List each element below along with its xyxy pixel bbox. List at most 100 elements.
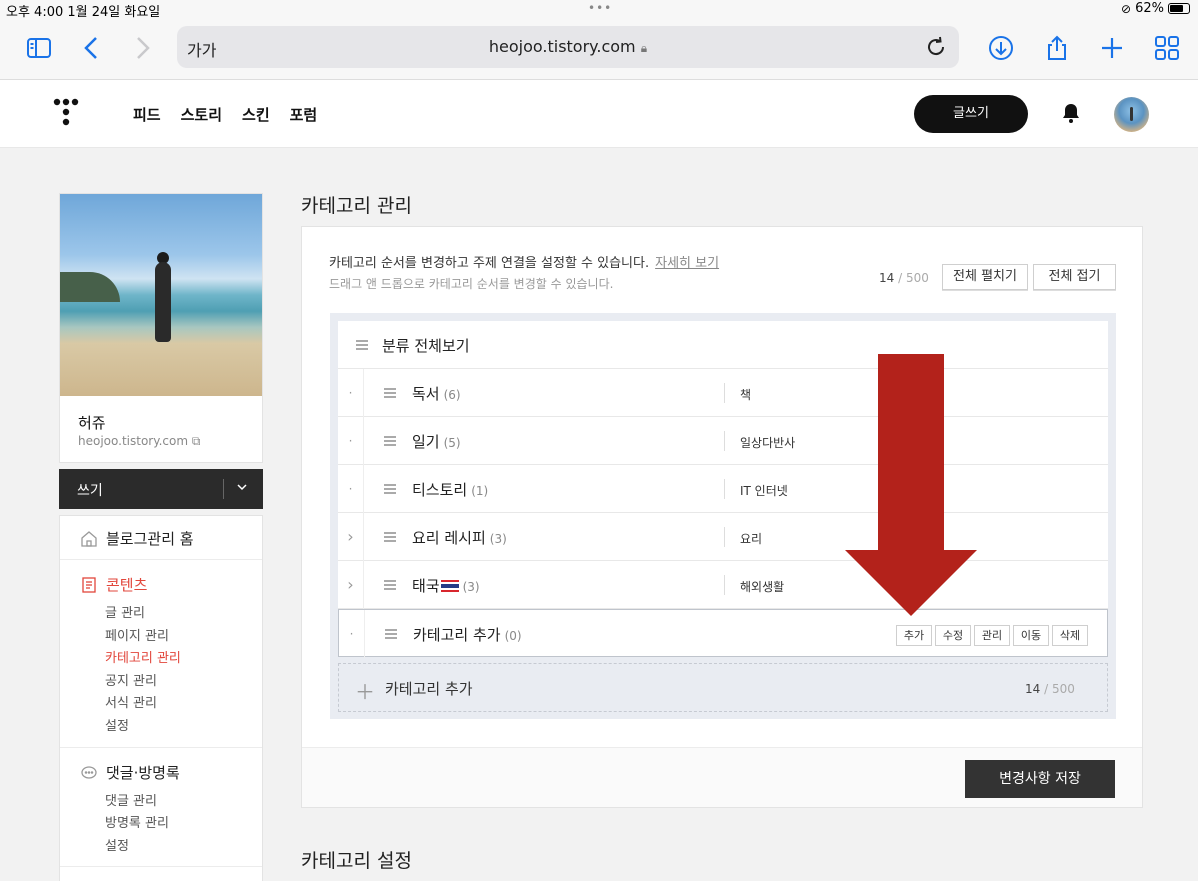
tab-overview-icon[interactable] bbox=[1151, 34, 1183, 62]
address-bar[interactable]: 가가 heojoo.tistory.com 🔒︎ bbox=[177, 26, 959, 68]
nav-skin[interactable]: 스킨 bbox=[242, 104, 270, 125]
menu-template-manage[interactable]: 서식 관리 bbox=[105, 692, 157, 711]
battery-percent: 62% bbox=[1135, 1, 1164, 16]
drag-handle-icon[interactable] bbox=[384, 388, 396, 398]
admin-menu: 블로그관리 홈 콘텐츠 글 관리 페이지 관리 카테고리 관리 공지 관리 서식… bbox=[59, 515, 263, 881]
expand-toggle[interactable]: › bbox=[338, 561, 364, 609]
category-name: 티스토리 (1) bbox=[412, 481, 489, 499]
category-count: 14 / 500 bbox=[879, 271, 929, 285]
write-dropdown[interactable]: 쓰기 bbox=[59, 469, 263, 509]
row-add-button[interactable]: 추가 bbox=[896, 625, 932, 646]
category-row[interactable]: › 요리 레시피 (3) 요리 bbox=[338, 513, 1108, 561]
row-delete-button[interactable]: 삭제 bbox=[1052, 625, 1088, 646]
panel-footer: 변경사항 저장 bbox=[302, 747, 1142, 807]
bell-icon[interactable] bbox=[1060, 102, 1082, 124]
drag-handle-icon[interactable] bbox=[384, 580, 396, 590]
drag-handle-icon[interactable] bbox=[384, 436, 396, 446]
category-name: 일기 (5) bbox=[412, 433, 461, 451]
drag-handle-icon[interactable] bbox=[356, 340, 368, 350]
expand-toggle[interactable]: · bbox=[338, 369, 364, 417]
battery-icon bbox=[1168, 3, 1190, 14]
category-settings-title: 카테고리 설정 bbox=[301, 850, 412, 872]
menu-guestbook-manage[interactable]: 방명록 관리 bbox=[105, 812, 169, 831]
add-category-label: 카테고리 추가 bbox=[385, 680, 473, 698]
url-text: heojoo.tistory.com 🔒︎ bbox=[488, 37, 648, 56]
expand-all-button[interactable]: 전체 펼치기 bbox=[942, 264, 1028, 290]
tistory-logo-icon[interactable] bbox=[52, 98, 80, 128]
blog-domain[interactable]: heojoo.tistory.com ⧉ bbox=[78, 434, 200, 449]
blog-profile-card: 허쥬 heojoo.tistory.com ⧉ bbox=[59, 193, 263, 463]
red-arrow-annotation-icon bbox=[845, 354, 977, 616]
avatar[interactable] bbox=[1114, 97, 1149, 132]
write-dropdown-label[interactable]: 쓰기 bbox=[77, 480, 103, 500]
drag-handle-icon[interactable] bbox=[384, 484, 396, 494]
drag-handle-icon[interactable] bbox=[384, 532, 396, 542]
multitasking-dots[interactable]: ••• bbox=[588, 1, 612, 15]
row-edit-button[interactable]: 수정 bbox=[935, 625, 971, 646]
forward-icon[interactable] bbox=[126, 34, 158, 62]
header-write-button[interactable]: 글쓰기 bbox=[914, 95, 1028, 133]
share-icon[interactable] bbox=[1041, 34, 1073, 62]
category-root-row[interactable]: 분류 전체보기 bbox=[338, 321, 1108, 369]
category-description: 카테고리 순서를 변경하고 주제 연결을 설정할 수 있습니다. 자세히 보기 bbox=[329, 256, 720, 271]
menu-home[interactable]: 블로그관리 홈 bbox=[80, 528, 194, 549]
category-row[interactable]: · 일기 (5) 일상다반사 bbox=[338, 417, 1108, 465]
category-row[interactable]: › 태국 (3) 해외생활 bbox=[338, 561, 1108, 609]
save-changes-button[interactable]: 변경사항 저장 bbox=[965, 760, 1115, 798]
collapse-all-button[interactable]: 전체 접기 bbox=[1033, 264, 1116, 290]
comment-icon bbox=[81, 765, 97, 779]
download-icon[interactable] bbox=[985, 34, 1017, 62]
category-row-hovered[interactable]: · 카테고리 추가 (0) 추가 수정 관리 이동 삭제 bbox=[338, 609, 1108, 658]
status-bar: 오후 4:00 1월 24일 화요일 ••• ⊘ 62% bbox=[0, 0, 1198, 20]
category-topic: 해외생활 bbox=[740, 580, 785, 594]
chevron-down-icon[interactable] bbox=[235, 480, 249, 494]
add-category-row[interactable]: ＋ 카테고리 추가 14 / 500 bbox=[338, 663, 1108, 712]
menu-category-manage[interactable]: 카테고리 관리 bbox=[105, 647, 181, 666]
menu-post-manage[interactable]: 글 관리 bbox=[105, 602, 145, 621]
menu-content-settings[interactable]: 설정 bbox=[105, 715, 129, 734]
category-name: 독서 (6) bbox=[412, 385, 461, 403]
menu-comment-manage[interactable]: 댓글 관리 bbox=[105, 790, 157, 809]
sidebar-icon[interactable] bbox=[23, 34, 55, 62]
menu-comment-settings[interactable]: 설정 bbox=[105, 835, 129, 854]
reload-icon[interactable] bbox=[923, 34, 949, 60]
link-icon: ⊘ bbox=[1121, 1, 1132, 16]
category-row[interactable]: · 티스토리 (1) IT 인터넷 bbox=[338, 465, 1108, 513]
profile-image[interactable] bbox=[60, 194, 262, 396]
category-row[interactable]: · 독서 (6) 책 bbox=[338, 369, 1108, 417]
nav-story[interactable]: 스토리 bbox=[181, 104, 222, 125]
expand-toggle[interactable]: · bbox=[338, 417, 364, 465]
category-panel: 카테고리 순서를 변경하고 주제 연결을 설정할 수 있습니다. 자세히 보기 드… bbox=[301, 226, 1143, 808]
nav-forum[interactable]: 포럼 bbox=[290, 104, 318, 125]
new-tab-icon[interactable] bbox=[1096, 34, 1128, 62]
category-root-label: 분류 전체보기 bbox=[382, 337, 470, 355]
drag-hint: 드래그 앤 드롭으로 카테고리 순서를 변경할 수 있습니다. bbox=[329, 277, 614, 291]
menu-notice-manage[interactable]: 공지 관리 bbox=[105, 670, 157, 689]
expand-toggle[interactable]: · bbox=[338, 465, 364, 513]
blog-name[interactable]: 허쥬 bbox=[78, 412, 106, 433]
browser-toolbar: 가가 heojoo.tistory.com 🔒︎ bbox=[0, 20, 1198, 80]
external-link-icon: ⧉ bbox=[191, 434, 201, 448]
expand-toggle[interactable]: › bbox=[338, 513, 364, 561]
lock-icon: 🔒︎ bbox=[640, 41, 648, 55]
drag-handle-icon[interactable] bbox=[385, 629, 397, 639]
expand-toggle[interactable]: · bbox=[339, 610, 365, 658]
category-topic: IT 인터넷 bbox=[740, 484, 788, 498]
category-topic: 일상다반사 bbox=[740, 436, 796, 450]
plus-icon: ＋ bbox=[355, 680, 375, 704]
category-name: 요리 레시피 (3) bbox=[412, 529, 507, 547]
detail-link[interactable]: 자세히 보기 bbox=[655, 256, 719, 271]
menu-page-manage[interactable]: 페이지 관리 bbox=[105, 625, 169, 644]
main-nav: 피드 스토리 스킨 포럼 bbox=[133, 104, 317, 125]
menu-comments[interactable]: 댓글·방명록 bbox=[80, 762, 180, 783]
home-icon bbox=[81, 530, 97, 547]
add-category-count: 14 / 500 bbox=[1025, 682, 1075, 696]
row-manage-button[interactable]: 관리 bbox=[974, 625, 1010, 646]
nav-feed[interactable]: 피드 bbox=[133, 104, 161, 125]
category-name: 카테고리 추가 (0) bbox=[413, 626, 522, 644]
menu-content[interactable]: 콘텐츠 bbox=[80, 574, 147, 595]
category-name: 태국 (3) bbox=[412, 577, 480, 595]
row-move-button[interactable]: 이동 bbox=[1013, 625, 1049, 646]
category-tree: 분류 전체보기 · 독서 (6) 책 · 일기 (5) 일상다반사 · 티스토리 (1… bbox=[330, 313, 1116, 719]
back-icon[interactable] bbox=[76, 34, 108, 62]
